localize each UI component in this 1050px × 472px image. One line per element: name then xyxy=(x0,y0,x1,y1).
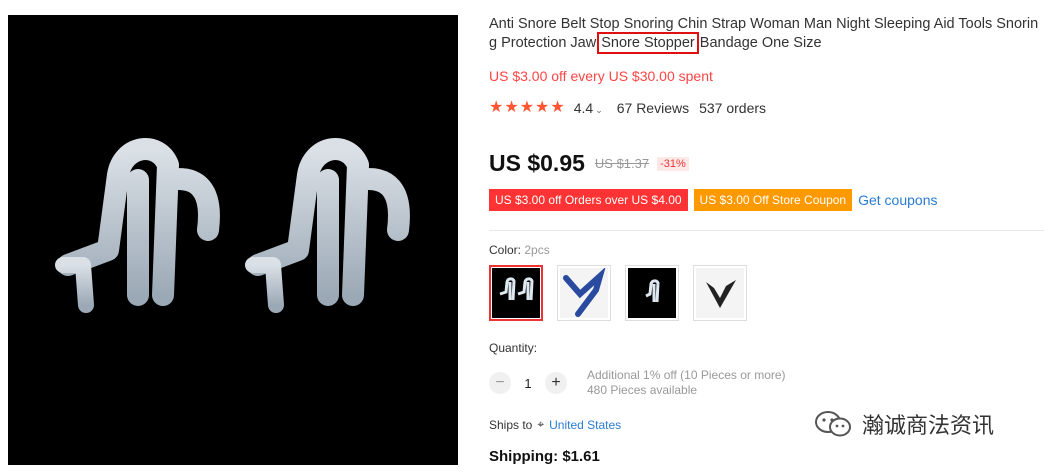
quantity-minus-button[interactable]: − xyxy=(489,372,511,394)
chevron-down-icon: ⌄ xyxy=(595,105,603,115)
color-swatches xyxy=(489,265,761,321)
swatch-thumbnail xyxy=(696,268,744,318)
current-price: US $0.95 xyxy=(489,150,585,176)
ships-to-row: Ships to ⌖ United States xyxy=(489,417,621,432)
original-price: US $1.37 xyxy=(594,156,650,171)
swatch-black-strap[interactable] xyxy=(693,265,747,321)
rating-stars: ★ ★ ★ ★ ★ xyxy=(489,100,566,116)
product-title: Anti Snore Belt Stop Snoring Chin Strap … xyxy=(489,15,1044,54)
quantity-info: Additional 1% off (10 Pieces or more) 48… xyxy=(587,368,786,398)
pieces-available: 480 Pieces available xyxy=(587,383,698,397)
swatch-blue-strap[interactable] xyxy=(557,265,611,321)
wechat-icon xyxy=(815,411,851,437)
quantity-label: Quantity: xyxy=(489,341,538,355)
rating-row: ★ ★ ★ ★ ★ 4.4 ⌄ 67 Reviews 537 orders xyxy=(489,100,767,117)
color-label: Color: 2pcs xyxy=(489,243,550,257)
product-main-image xyxy=(8,15,458,465)
title-highlight: Snore Stopper xyxy=(597,32,699,54)
reviews-link[interactable]: 67 Reviews xyxy=(617,100,689,116)
ships-to-label: Ships to xyxy=(489,417,533,432)
ships-to-country-link[interactable]: United States xyxy=(549,418,621,432)
star-icon: ★ xyxy=(504,99,519,116)
title-text-end: Bandage One Size xyxy=(699,35,822,51)
rating-value[interactable]: 4.4 ⌄ xyxy=(574,100,603,116)
wechat-watermark: 瀚诚商法资讯 xyxy=(814,408,994,440)
star-icon: ★ xyxy=(519,99,535,116)
quantity-plus-button[interactable]: + xyxy=(545,372,567,394)
swatch-thumbnail xyxy=(560,268,608,318)
star-icon: ★ xyxy=(535,99,550,116)
divider xyxy=(489,230,1044,231)
swatch-single-clip[interactable] xyxy=(625,265,679,321)
order-coupon[interactable]: US $3.00 off Orders over US $4.00 xyxy=(489,189,688,211)
watermark-text: 瀚诚商法资讯 xyxy=(862,414,995,439)
quantity-input[interactable]: 1 xyxy=(511,376,545,391)
swatch-thumbnail xyxy=(492,268,540,318)
shipping-cost: Shipping: $1.61 xyxy=(489,448,600,465)
star-icon: ★ xyxy=(489,99,504,116)
quantity-stepper: − 1 + Additional 1% off (10 Pieces or mo… xyxy=(489,368,786,398)
half-star-icon: ★ xyxy=(550,99,565,116)
snore-stopper-image xyxy=(55,138,410,313)
bulk-discount-note: Additional 1% off (10 Pieces or more) xyxy=(587,368,786,382)
swatch-thumbnail xyxy=(628,268,676,318)
orders-count: 537 orders xyxy=(699,100,767,116)
coupons-row: US $3.00 off Orders over US $4.00 US $3.… xyxy=(489,189,937,211)
swatch-2pcs[interactable] xyxy=(489,265,543,321)
discount-badge: -31% xyxy=(657,156,689,171)
get-coupons-link[interactable]: Get coupons xyxy=(858,192,937,208)
location-pin-icon: ⌖ xyxy=(537,417,545,431)
store-promotion: US $3.00 off every US $30.00 spent xyxy=(489,68,713,84)
store-coupon[interactable]: US $3.00 Off Store Coupon xyxy=(693,189,853,211)
price-row: US $0.95 US $1.37 -31% xyxy=(489,150,689,177)
color-value: 2pcs xyxy=(524,243,550,257)
